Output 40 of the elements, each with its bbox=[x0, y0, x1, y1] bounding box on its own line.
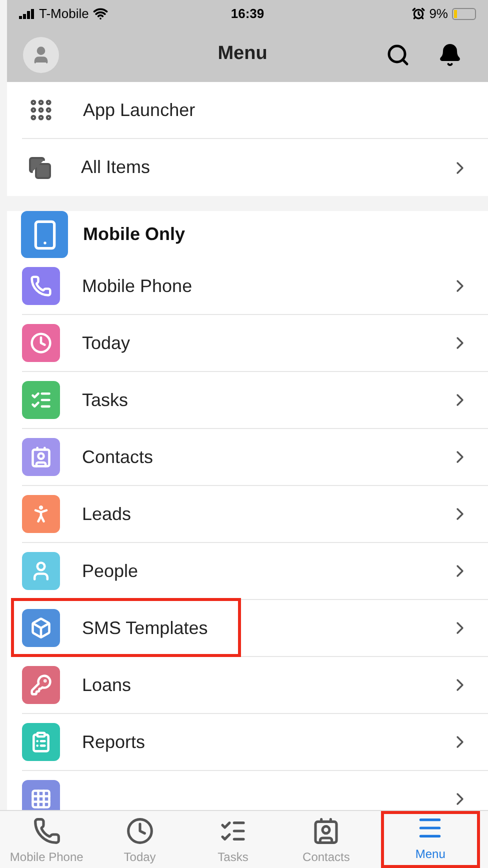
row-label: Today bbox=[82, 332, 132, 355]
row-label: Tasks bbox=[82, 388, 130, 412]
row-label: All Items bbox=[81, 156, 152, 179]
row-label: People bbox=[82, 560, 140, 583]
clock-text: 16:39 bbox=[230, 4, 266, 23]
row-label: SMS Templates bbox=[82, 616, 209, 640]
clock-icon bbox=[126, 817, 154, 845]
menu-row[interactable]: SMS Templates bbox=[22, 600, 488, 657]
menu-row[interactable]: Reports bbox=[22, 714, 488, 771]
contact-card-icon bbox=[312, 817, 340, 845]
menu-row[interactable]: All Items bbox=[22, 139, 488, 196]
menu-row[interactable]: App Launcher bbox=[22, 82, 488, 139]
header-title: Menu bbox=[216, 42, 268, 66]
menu-row[interactable]: People bbox=[22, 543, 488, 600]
avatar[interactable] bbox=[23, 36, 59, 72]
notification-icon[interactable] bbox=[438, 42, 462, 66]
menu-row[interactable]: Mobile Phone bbox=[22, 258, 488, 315]
row-label: Reports bbox=[82, 730, 146, 754]
app-grid-icon bbox=[28, 97, 54, 123]
menu-row[interactable]: Today bbox=[22, 315, 488, 372]
stacked-cards-icon bbox=[28, 156, 52, 180]
row-label: Leads bbox=[82, 502, 132, 526]
alarm-icon bbox=[412, 7, 426, 20]
battery-text: 9% bbox=[429, 4, 448, 23]
battery-icon bbox=[452, 8, 476, 20]
tab[interactable]: Menu bbox=[380, 811, 480, 868]
row-label: Contacts bbox=[82, 446, 154, 468]
row-label: Loans bbox=[82, 674, 132, 696]
menu-row[interactable]: Leads bbox=[22, 486, 488, 543]
signal-icon bbox=[19, 8, 35, 18]
carrier-text: T-Mobile bbox=[39, 4, 89, 23]
phone-icon bbox=[32, 817, 61, 845]
search-icon[interactable] bbox=[386, 42, 410, 66]
wifi-icon bbox=[92, 6, 108, 21]
row-label: App Launcher bbox=[83, 98, 196, 122]
menu-row[interactable]: Contacts bbox=[22, 429, 488, 486]
section-title: Mobile Only bbox=[83, 223, 186, 246]
menu-row[interactable]: Loans bbox=[22, 657, 488, 714]
row-label: Mobile Phone bbox=[82, 274, 194, 298]
menu-row[interactable]: Tasks bbox=[22, 372, 488, 429]
